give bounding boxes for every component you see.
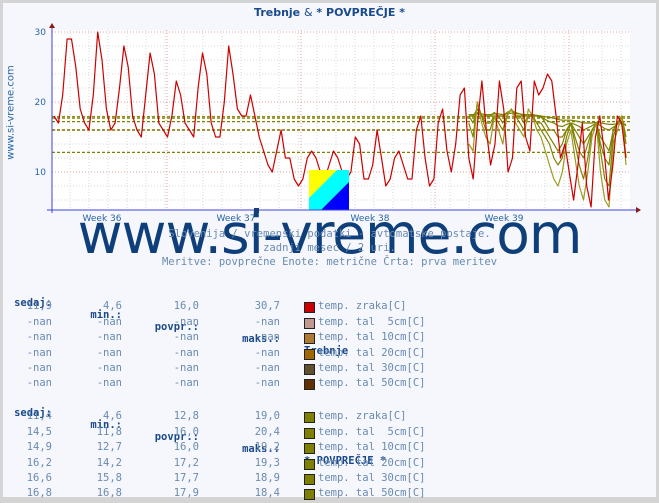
value-sedaj: -nan (26, 331, 52, 344)
value-povpr: 16,0 (173, 300, 199, 313)
value-sedaj: 16,6 (26, 471, 52, 484)
legend-label: temp. tal 30cm[C] (318, 471, 426, 484)
value-povpr: 17,9 (173, 487, 199, 500)
table-header: sedaj: min.: povpr.: maks.: Trebnje (12, 285, 462, 357)
table-row: 16,6 15,8 17,7 18,9 temp. tal 30cm[C] (12, 472, 462, 487)
legend-swatch (304, 412, 315, 424)
legend-swatch (304, 348, 315, 360)
value-maks: 19,0 (254, 410, 280, 423)
value-povpr: -nan (173, 331, 199, 344)
stats-table-average: sedaj: min.: povpr.: maks.: * POVPREČJE … (12, 395, 462, 503)
legend-label: temp. tal 50cm[C] (318, 487, 426, 500)
y-tick-label: 20 (35, 98, 47, 108)
legend-label: temp. tal 30cm[C] (318, 361, 426, 374)
value-maks: 20,4 (254, 425, 280, 438)
table-row: 16,2 14,2 17,2 19,3 temp. tal 20cm[C] (12, 457, 462, 472)
legend-swatch (304, 317, 315, 329)
table-row: -nan -nan -nan -nan temp. tal 30cm[C] (12, 362, 462, 377)
value-sedaj: -nan (26, 377, 52, 390)
value-min: 14,2 (96, 456, 122, 469)
value-maks: -nan (254, 346, 280, 359)
legend-label: temp. tal 5cm[C] (318, 425, 426, 438)
value-sedaj: 14,5 (26, 425, 52, 438)
value-povpr: -nan (173, 346, 199, 359)
value-sedaj: 11,4 (26, 410, 52, 423)
value-maks: 19,3 (254, 456, 280, 469)
value-min: 4,6 (103, 410, 122, 423)
value-maks: 18,9 (254, 471, 280, 484)
legend-label: temp. tal 50cm[C] (318, 377, 426, 390)
legend-swatch (304, 333, 315, 345)
value-min: 15,8 (96, 471, 122, 484)
legend-label: temp. tal 10cm[C] (318, 331, 426, 344)
value-min: -nan (96, 346, 122, 359)
table-row: 11,9 4,6 16,0 30,7 temp. zraka[C] (12, 300, 462, 315)
legend-swatch (304, 427, 315, 439)
legend-swatch (304, 473, 315, 485)
value-min: 11,8 (96, 425, 122, 438)
legend-label: temp. tal 20cm[C] (318, 456, 426, 469)
value-min: 16,8 (96, 487, 122, 500)
stats-table-trebnje: sedaj: min.: povpr.: maks.: Trebnje 11,9… (12, 285, 462, 393)
value-maks: 30,7 (254, 300, 280, 313)
value-min: -nan (96, 331, 122, 344)
value-maks: -nan (254, 331, 280, 344)
value-sedaj: -nan (26, 315, 52, 328)
table-row: 14,5 11,8 16,0 20,4 temp. tal 5cm[C] (12, 426, 462, 441)
value-min: -nan (96, 377, 122, 390)
subtitle-line-2: zadnji mesec / 2 uri. (263, 242, 396, 254)
value-min: 4,6 (103, 300, 122, 313)
value-sedaj: -nan (26, 346, 52, 359)
value-sedaj: 11,9 (26, 300, 52, 313)
legend-label: temp. zraka[C] (318, 300, 407, 313)
legend-swatch (304, 302, 315, 314)
legend-swatch (304, 363, 315, 375)
table-row: 11,4 4,6 12,8 19,0 temp. zraka[C] (12, 410, 462, 425)
subtitle-line-3: Meritve: povprečne Enote: metrične Črta:… (161, 256, 498, 268)
table-row: 16,8 16,8 17,9 18,4 temp. tal 50cm[C] (12, 487, 462, 502)
value-maks: -nan (254, 377, 280, 390)
value-min: -nan (96, 361, 122, 374)
legend-label: temp. tal 10cm[C] (318, 441, 426, 454)
table-row: 14,9 12,7 16,0 19,2 temp. tal 10cm[C] (12, 441, 462, 456)
table-row: -nan -nan -nan -nan temp. tal 20cm[C] (12, 347, 462, 362)
y-axis-arrow (49, 23, 55, 28)
value-maks: 18,4 (254, 487, 280, 500)
value-min: 12,7 (96, 441, 122, 454)
legend-swatch (304, 379, 315, 391)
table-row: -nan -nan -nan -nan temp. tal 10cm[C] (12, 331, 462, 346)
value-povpr: 16,0 (173, 425, 199, 438)
value-sedaj: 14,9 (26, 441, 52, 454)
legend-label: temp. zraka[C] (318, 410, 407, 423)
subtitle-line-1: Slovenija / vremenski podatki - avtomats… (168, 228, 491, 240)
value-sedaj: 16,2 (26, 456, 52, 469)
legend-swatch (304, 489, 315, 501)
value-maks: -nan (254, 315, 280, 328)
value-maks: -nan (254, 361, 280, 374)
legend-swatch (304, 443, 315, 455)
y-tick-label: 30 (35, 28, 47, 38)
table-header: sedaj: min.: povpr.: maks.: * POVPREČJE … (12, 395, 462, 467)
y-tick-label: 10 (35, 168, 47, 178)
table-row: -nan -nan -nan -nan temp. tal 5cm[C] (12, 316, 462, 331)
value-povpr: 12,8 (173, 410, 199, 423)
value-povpr: -nan (173, 377, 199, 390)
table-row: -nan -nan -nan -nan temp. tal 50cm[C] (12, 377, 462, 392)
legend-label: temp. tal 20cm[C] (318, 346, 426, 359)
value-maks: 19,2 (254, 441, 280, 454)
value-min: -nan (96, 315, 122, 328)
value-povpr: 17,7 (173, 471, 199, 484)
legend-label: temp. tal 5cm[C] (318, 315, 426, 328)
value-sedaj: -nan (26, 361, 52, 374)
value-povpr: 16,0 (173, 441, 199, 454)
value-povpr: 17,2 (173, 456, 199, 469)
value-sedaj: 16,8 (26, 487, 52, 500)
value-povpr: -nan (173, 361, 199, 374)
legend-swatch (304, 458, 315, 470)
value-povpr: -nan (173, 315, 199, 328)
